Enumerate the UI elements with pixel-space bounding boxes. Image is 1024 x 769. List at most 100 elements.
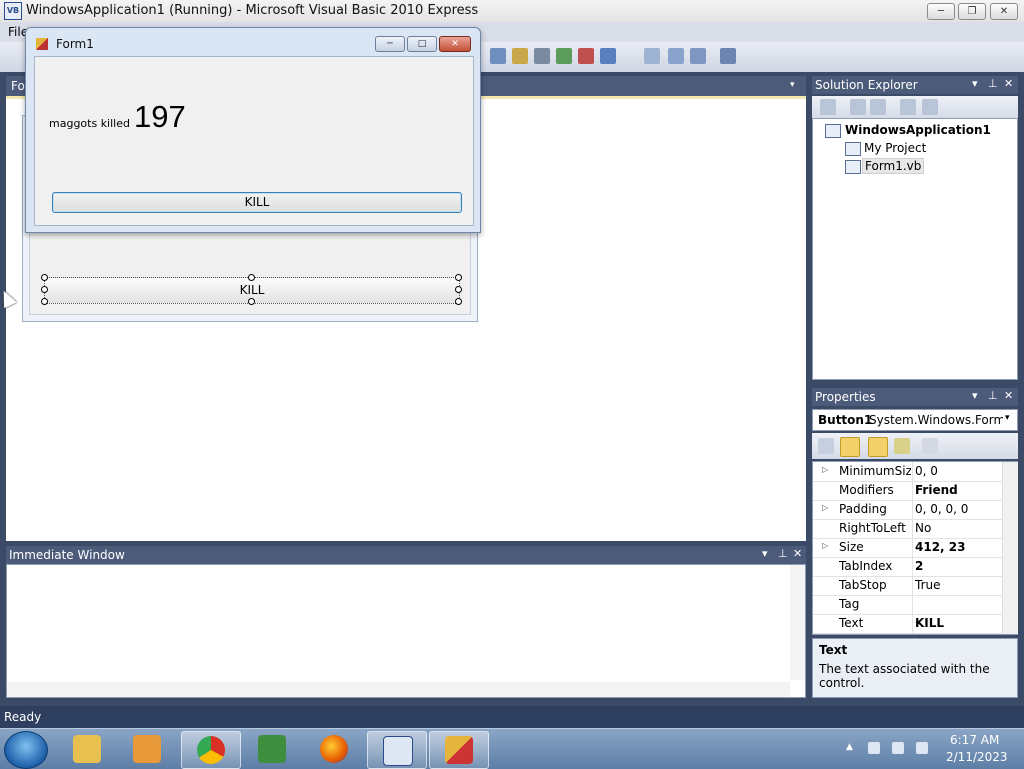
property-row[interactable]: Modifiers Friend bbox=[813, 481, 1003, 501]
property-name: TabStop bbox=[839, 578, 887, 592]
chrome-taskbar-button[interactable] bbox=[181, 731, 241, 769]
column-divider bbox=[912, 576, 913, 595]
property-grid: ▷ MinimumSize 0, 0 Modifiers Friend ▷ Padding 0… bbox=[812, 461, 1018, 635]
csharp-taskbar-button[interactable] bbox=[243, 731, 301, 767]
close-button[interactable]: ✕ bbox=[990, 3, 1018, 20]
property-value[interactable]: No bbox=[915, 521, 931, 535]
property-value[interactable]: KILL bbox=[915, 616, 944, 630]
pin-icon[interactable]: ⊥ bbox=[988, 389, 998, 402]
form1-close-button[interactable]: ✕ bbox=[439, 36, 471, 52]
network-icon[interactable] bbox=[892, 742, 904, 754]
resize-handle[interactable] bbox=[41, 298, 48, 305]
comment-icon[interactable] bbox=[668, 48, 684, 64]
property-row[interactable]: Text KILL bbox=[813, 614, 1003, 634]
property-pages-icon[interactable] bbox=[922, 438, 938, 454]
properties-view-icon[interactable] bbox=[868, 437, 888, 457]
immediate-window-header: Immediate Window ▾ ⊥ ✕ bbox=[6, 546, 806, 564]
object-browser-icon[interactable] bbox=[556, 48, 572, 64]
resize-handle[interactable] bbox=[455, 274, 462, 281]
property-value[interactable]: 2 bbox=[915, 559, 923, 573]
resize-handle[interactable] bbox=[41, 274, 48, 281]
expand-icon[interactable]: ▷ bbox=[822, 465, 828, 474]
property-row[interactable]: Tag bbox=[813, 595, 1003, 615]
chevron-down-icon[interactable]: ▾ bbox=[790, 80, 795, 90]
action-center-icon[interactable] bbox=[868, 742, 880, 754]
firefox-taskbar-button[interactable] bbox=[305, 731, 363, 767]
uncomment-icon[interactable] bbox=[690, 48, 706, 64]
media-player-taskbar-button[interactable] bbox=[118, 731, 176, 767]
restore-button[interactable]: ❐ bbox=[958, 3, 986, 20]
minimize-button[interactable]: ─ bbox=[927, 3, 955, 20]
horizontal-scrollbar[interactable] bbox=[7, 682, 790, 697]
tray-expand-icon[interactable]: ▲ bbox=[846, 742, 853, 752]
clock-time[interactable]: 6:17 AM bbox=[950, 733, 999, 747]
resize-handle[interactable] bbox=[455, 298, 462, 305]
resize-handle[interactable] bbox=[248, 298, 255, 305]
app-taskbar-button[interactable] bbox=[429, 731, 489, 769]
properties-icon[interactable] bbox=[850, 99, 866, 115]
object-selector[interactable]: Button1 System.Windows.Forms.E ▾ bbox=[812, 409, 1018, 431]
events-icon[interactable] bbox=[894, 438, 910, 454]
chevron-down-icon[interactable]: ▾ bbox=[762, 547, 768, 560]
start-button[interactable] bbox=[4, 731, 48, 769]
close-icon[interactable]: ✕ bbox=[1004, 389, 1013, 402]
maggots-killed-label: maggots killed bbox=[49, 117, 130, 130]
property-row[interactable]: ▷ MinimumSize 0, 0 bbox=[813, 462, 1003, 482]
clock-date[interactable]: 2/11/2023 bbox=[946, 750, 1008, 764]
immediate-window-editor[interactable] bbox=[6, 564, 806, 698]
form1-minimize-button[interactable]: ─ bbox=[375, 36, 405, 52]
property-row[interactable]: TabIndex 2 bbox=[813, 557, 1003, 577]
kill-button[interactable]: KILL bbox=[52, 192, 462, 213]
column-divider bbox=[912, 557, 913, 576]
refresh-icon[interactable] bbox=[870, 99, 886, 115]
vb-taskbar-button[interactable] bbox=[367, 731, 427, 769]
tree-item-project[interactable]: WindowsApplication1 bbox=[845, 123, 991, 137]
show-all-files-icon[interactable] bbox=[820, 99, 836, 115]
object-type: System.Windows.Forms.E bbox=[869, 413, 1003, 427]
view-code-icon[interactable] bbox=[900, 99, 916, 115]
property-row[interactable]: ▷ Padding 0, 0, 0, 0 bbox=[813, 500, 1003, 520]
property-row[interactable]: RightToLeft No bbox=[813, 519, 1003, 539]
window-icon[interactable] bbox=[600, 48, 616, 64]
project-icon bbox=[825, 124, 841, 138]
form1-maximize-button[interactable]: □ bbox=[407, 36, 437, 52]
property-value[interactable]: 0, 0 bbox=[915, 464, 938, 478]
pin-icon[interactable]: ⊥ bbox=[778, 547, 788, 560]
tree-item-my-project[interactable]: My Project bbox=[864, 141, 926, 155]
extension-icon[interactable] bbox=[720, 48, 736, 64]
property-value[interactable]: 412, 23 bbox=[915, 540, 965, 554]
toolbox-icon[interactable] bbox=[512, 48, 528, 64]
description-text: The text associated with the control. bbox=[819, 662, 990, 690]
resize-handle[interactable] bbox=[455, 286, 462, 293]
column-divider bbox=[912, 614, 913, 633]
property-row[interactable]: ▷ Size 412, 23 bbox=[813, 538, 1003, 558]
find-icon[interactable] bbox=[490, 48, 506, 64]
property-value[interactable]: 0, 0, 0, 0 bbox=[915, 502, 968, 516]
property-grid-scrollbar[interactable] bbox=[1002, 462, 1018, 634]
chevron-down-icon[interactable]: ▾ bbox=[972, 77, 978, 90]
expand-icon[interactable]: ▷ bbox=[822, 503, 828, 512]
expand-icon[interactable]: ▷ bbox=[822, 541, 828, 550]
property-row[interactable]: TabStop True bbox=[813, 576, 1003, 596]
step-icon[interactable] bbox=[644, 48, 660, 64]
close-icon[interactable]: ✕ bbox=[1004, 77, 1013, 90]
resize-handle[interactable] bbox=[248, 274, 255, 281]
categorized-icon[interactable] bbox=[818, 438, 834, 454]
volume-icon[interactable] bbox=[916, 742, 928, 754]
vertical-scrollbar[interactable] bbox=[790, 565, 805, 680]
view-designer-icon[interactable] bbox=[922, 99, 938, 115]
properties-title: Properties bbox=[815, 390, 876, 404]
chevron-down-icon[interactable]: ▾ bbox=[972, 389, 978, 402]
chevron-down-icon[interactable]: ▾ bbox=[1005, 413, 1010, 423]
form1-client-area: maggots killed 197 KILL bbox=[34, 56, 474, 226]
error-list-icon[interactable] bbox=[578, 48, 594, 64]
resize-handle[interactable] bbox=[41, 286, 48, 293]
tools-icon[interactable] bbox=[534, 48, 550, 64]
alphabetical-icon[interactable] bbox=[840, 437, 860, 457]
tree-item-form1[interactable]: Form1.vb bbox=[862, 158, 925, 174]
property-value[interactable]: True bbox=[915, 578, 941, 592]
close-icon[interactable]: ✕ bbox=[793, 547, 802, 560]
explorer-taskbar-button[interactable] bbox=[58, 731, 116, 767]
property-value[interactable]: Friend bbox=[915, 483, 958, 497]
pin-icon[interactable]: ⊥ bbox=[988, 77, 998, 90]
